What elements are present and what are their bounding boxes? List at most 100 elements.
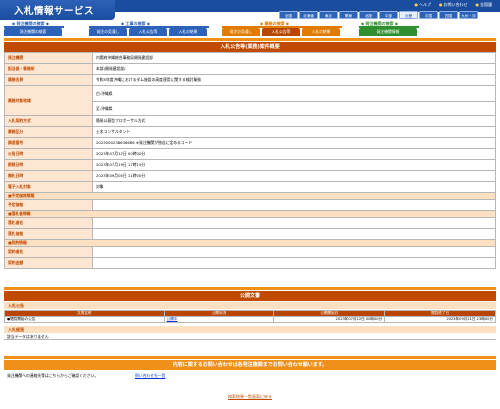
detail-row: 業務名称 令和5年度沖縄におけるダム施設の高度運用に関する検討業務 bbox=[4, 74, 496, 86]
field-label: 開札日時 bbox=[4, 170, 93, 182]
detail-row: 公告日時 2023年07月12日 00時00分 bbox=[4, 148, 496, 160]
detail-row: 電子入札対象 対象 bbox=[4, 181, 496, 193]
field-label: 電子入札対象 bbox=[4, 181, 93, 193]
doc-start: 2023年07月12日 00時00分 bbox=[273, 316, 386, 323]
field-value: 白:沖縄県 bbox=[92, 85, 496, 102]
field-value: 土木コンサルタント bbox=[92, 126, 496, 138]
no-data-text: 該当データはありません bbox=[4, 333, 496, 340]
field-value: 2023年07月19日 17時15分 bbox=[92, 159, 496, 171]
field-value: 至:沖縄県 bbox=[92, 101, 496, 116]
field-value: 2023年07月12日 00時00分 bbox=[92, 148, 496, 160]
doc-name: ●閲覧開始の公告 bbox=[4, 316, 165, 323]
field-value: 2023年09月05日 11時00分 bbox=[92, 170, 496, 182]
detail-row: 調達番号 2023000238636666 ※発注機関が独自に定めるコード bbox=[4, 137, 496, 149]
contact-text: 発注機関への連絡先等はこちらからご確認ください。 bbox=[7, 373, 99, 378]
region-tab[interactable]: 北陸 bbox=[359, 11, 378, 19]
nav-group-agency: ◆ 発注機関の検索 ◆ 発注機関の検索 bbox=[4, 21, 64, 36]
region-tab[interactable]: 中部 bbox=[379, 11, 398, 19]
contact-link[interactable]: ●お問い合わせ bbox=[439, 2, 468, 8]
field-label: 落札者名 bbox=[4, 217, 93, 229]
tab-construction-outlook[interactable]: 発注の見通し bbox=[89, 28, 127, 36]
field-value bbox=[92, 199, 496, 211]
region-tabs: 全国 北海道 東北 関東 北陸 中部 近畿 中国 四国 九州・沖 bbox=[279, 11, 478, 19]
tab-construction-notices[interactable]: 入札公告等 bbox=[129, 28, 167, 36]
detail-table: 発注機関 内閣府沖縄総合事務局開発建設部 担当部・事務所 本部(開発建設部) 業務名称令… bbox=[4, 52, 496, 269]
section-heading: ■契約情報 bbox=[4, 239, 496, 247]
tab-construction-results[interactable]: 入札の結果 bbox=[169, 28, 207, 36]
contact-list-link[interactable]: 問い合わせ先一覧 bbox=[135, 373, 165, 378]
section-heading: ■落札者情報 bbox=[4, 210, 496, 218]
field-value: 内閣府沖縄総合事務局開発建設部 bbox=[92, 52, 496, 64]
field-label: 発注機関 bbox=[4, 52, 93, 64]
bullet-icon: ● bbox=[439, 2, 443, 7]
section-heading: ■予定価格情報 bbox=[4, 192, 496, 200]
bullet-icon: ● bbox=[414, 2, 419, 7]
field-value bbox=[92, 246, 496, 258]
tab-agency-search[interactable]: 発注機関の検索 bbox=[4, 28, 62, 36]
region-tab[interactable]: 北海道 bbox=[299, 11, 318, 19]
header: 入札情報サービス ●ヘルプ ●お問い合わせ ●全国履 全国 北海道 東北 関東 北陸 中部… bbox=[0, 0, 500, 38]
section-progress: 入札経過 bbox=[4, 326, 496, 333]
app-title: 入札情報サービス bbox=[14, 6, 95, 17]
field-value: 対象 bbox=[92, 181, 496, 193]
contact-table: 発注機関への連絡先等はこちらからご確認ください。 問い合わせ先一覧 bbox=[4, 372, 496, 380]
nav-group-services: ◆ 業務の検索 ◆ 発注の見通し 入札公告等 入札の結果 bbox=[222, 21, 342, 36]
detail-row: 業務区分 土木コンサルタント bbox=[4, 126, 496, 138]
contact-link-cell: 問い合わせ先一覧 bbox=[132, 372, 496, 380]
region-tab[interactable]: 関東 bbox=[339, 11, 358, 19]
national-label: 全国履 bbox=[480, 2, 492, 7]
detail-row: 契約者名 bbox=[4, 246, 496, 258]
region-tab[interactable]: 全国 bbox=[279, 11, 298, 19]
detail-title: 入札公告等(業務)案件概要 bbox=[4, 42, 496, 52]
field-value: 令和5年度沖縄におけるダム施設の高度運用に関する検討業務 bbox=[92, 74, 496, 86]
divider bbox=[4, 287, 496, 290]
nav-group-construction: ◆ 工事の検索 ◆ 発注の見通し 入札公告等 入札の結果 bbox=[89, 21, 209, 36]
divider bbox=[4, 356, 496, 359]
doc-status-link[interactable]: 公開中 bbox=[167, 317, 178, 321]
back-to-results-link[interactable]: 検索結果一覧画面に戻る bbox=[0, 394, 500, 400]
public-docs-title: 公開文書 bbox=[4, 291, 496, 301]
contact-label: お問い合わせ bbox=[443, 2, 468, 7]
top-links: ●ヘルプ ●お問い合わせ ●全国履 bbox=[415, 2, 493, 8]
region-tab[interactable]: 東北 bbox=[319, 11, 338, 19]
field-value bbox=[92, 217, 496, 229]
national-link[interactable]: ●全国履 bbox=[476, 2, 493, 8]
brand-banner: 入札情報サービス bbox=[0, 0, 115, 20]
field-label: 予定価格 bbox=[4, 199, 93, 211]
field-label: 業務区分 bbox=[4, 126, 93, 138]
documents-table: 文書名称 公開状況 公開開始日 閲覧終了日 ●閲覧開始の公告 公開中 2023年… bbox=[4, 310, 496, 323]
detail-row: 契約金額 bbox=[4, 257, 496, 269]
doc-end: 2023年09月21日 23時00分 bbox=[384, 316, 496, 323]
detail-row: 業務対象地域 白:沖縄県 bbox=[4, 85, 496, 116]
detail-row: 期限日時 2023年07月19日 17時15分 bbox=[4, 159, 496, 171]
field-label: 業務対象地域 bbox=[4, 85, 93, 116]
section-notices: 入札公告 bbox=[4, 302, 496, 309]
tab-services-outlook[interactable]: 発注の見通し bbox=[222, 28, 260, 36]
region-tab[interactable]: 中国 bbox=[419, 11, 438, 19]
field-value: 2023000238636666 ※発注機関が独自に定めるコード bbox=[92, 137, 496, 149]
help-link[interactable]: ●ヘルプ bbox=[415, 2, 432, 8]
region-tab[interactable]: 九州・沖 bbox=[459, 11, 478, 19]
field-label: 調達番号 bbox=[4, 137, 93, 149]
section-heading-row: ■落札者情報 bbox=[4, 210, 496, 218]
tab-services-notices[interactable]: 入札公告等 bbox=[262, 28, 300, 36]
divider bbox=[4, 38, 496, 41]
field-label: 入札契約方式 bbox=[4, 115, 93, 127]
section-heading-row: ■契約情報 bbox=[4, 239, 496, 247]
doc-status-cell: 公開中 bbox=[163, 316, 275, 323]
region-tab[interactable]: 四国 bbox=[439, 11, 458, 19]
field-label: 契約金額 bbox=[4, 257, 93, 269]
bullet-icon: ● bbox=[475, 2, 480, 7]
region-tab[interactable]: 近畿 bbox=[399, 11, 418, 19]
field-value: 本部(開発建設部) bbox=[92, 63, 496, 75]
field-label: 公告日時 bbox=[4, 148, 93, 160]
detail-row: 落札価格 bbox=[4, 228, 496, 240]
detail-row: 落札者名 bbox=[4, 217, 496, 229]
help-label: ヘルプ bbox=[419, 2, 431, 7]
field-value bbox=[92, 228, 496, 240]
tab-services-results[interactable]: 入札の結果 bbox=[302, 28, 340, 36]
detail-row: 予定価格 bbox=[4, 199, 496, 211]
contact-title: 内容に関するお問い合わせは各発注機関までお問い合わせ願います。 bbox=[4, 360, 496, 370]
field-value: 簡易公募型プロポーザル方式 bbox=[92, 115, 496, 127]
tab-agency-info[interactable]: 発注機関情報 bbox=[359, 28, 417, 36]
